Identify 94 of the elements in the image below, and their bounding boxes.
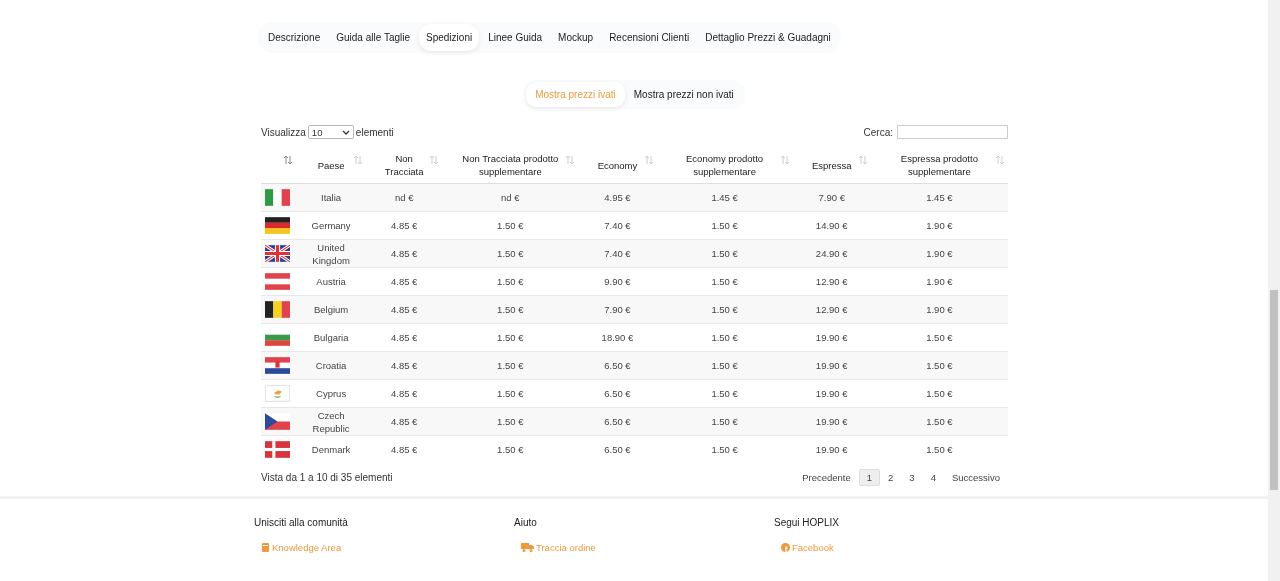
table-cell: 4.85 € [366,435,443,463]
table-cell: 1.50 € [870,407,1008,436]
entries-label: elementi [355,126,394,138]
flag-icon [265,357,290,374]
tab[interactable]: Linee Guida [481,24,550,51]
column-header[interactable]: Espressa [792,147,871,184]
flag-icon [265,217,290,234]
sort-icon [996,155,1004,165]
table-cell: 24.90 € [792,239,871,268]
tab[interactable]: Dettaglio Prezzi & Guadagni [698,24,838,51]
sort-icon [354,155,363,165]
footer-heading: Aiuto [514,517,538,528]
table-cell: 6.50 € [578,407,657,436]
table-cell: 1.45 € [656,183,793,212]
table-cell: 1.50 € [442,239,579,268]
table-cell: 4.85 € [366,407,443,436]
table-cell: 1.90 € [870,295,1008,324]
book-icon [261,543,270,552]
table-cell: 19.90 € [792,407,871,436]
column-header[interactable]: Paese [296,147,367,184]
flag-icon [265,273,290,290]
footer-heading: Unisciti alla comunità [254,517,349,528]
sort-icon [284,155,293,165]
sort-icon [780,155,789,165]
table-cell: 19.90 € [792,435,871,463]
table-cell: 7.90 € [578,295,657,324]
table-cell: 1.50 € [656,407,793,436]
table-cell: Denmark [296,435,367,463]
table-cell: 1.50 € [870,351,1008,380]
table-cell: 1.50 € [656,435,793,463]
table-cell: 6.50 € [578,435,657,463]
column-header[interactable]: Non Tracciata [366,147,443,184]
table-cell: 1.50 € [656,351,793,380]
table-cell: Croatia [296,351,367,380]
table-cell: 4.85 € [366,351,443,380]
table-cell: 19.90 € [792,351,871,380]
tab[interactable]: Descrizione [261,24,328,51]
search-label: Cerca: [863,126,893,138]
table-cell: 1.50 € [870,435,1008,463]
table-cell: 7.40 € [578,239,657,268]
page-link[interactable]: Successivo [943,469,1008,486]
sort-icon [566,155,575,165]
chevron-down-icon [341,129,350,135]
column-header[interactable]: Economy [578,147,657,184]
page-link[interactable]: 3 [901,469,923,486]
toggle-option[interactable]: Mostra prezzi non ivati [624,82,743,107]
search-field[interactable] [897,125,1008,139]
scrollbar[interactable] [1268,0,1280,581]
table-cell: 7.90 € [792,183,871,212]
table-cell: 1.90 € [870,239,1008,268]
table-cell: Italia [296,183,367,212]
table-cell: 1.50 € [442,351,579,380]
sort-icon [858,155,867,165]
table-cell: nd € [366,183,443,212]
sort-icon [644,155,653,165]
table-cell: 1.50 € [442,435,579,463]
flag-icon [265,245,290,262]
tab[interactable]: Recensioni Clienti [602,24,697,51]
show-label: Visualizza [261,126,306,138]
table-cell: 1.50 € [656,295,793,324]
facebook-icon [781,543,790,552]
table-cell: Belgium [296,295,367,324]
page-size-select[interactable]: 10 [307,125,354,139]
page-link[interactable]: 1 [858,469,881,486]
flag-icon [265,385,290,402]
truck-icon [521,543,534,552]
table-cell: 1.50 € [656,239,793,268]
table-cell: 12.90 € [792,295,871,324]
table-cell: United Kingdom [296,239,367,268]
column-header[interactable]: Espressa prodotto supplementare [870,147,1008,184]
table-cell: 6.50 € [578,351,657,380]
table-cell: Czech Republic [296,407,367,436]
page-link[interactable]: Precedente [794,469,859,486]
tab[interactable]: Mockup [551,24,601,51]
page-link[interactable]: 4 [922,469,944,486]
table-cell: nd € [442,183,579,212]
table-info: Vista da 1 a 10 di 35 elementi [261,472,393,483]
table-cell: 4.85 € [366,239,443,268]
table-cell: 4.95 € [578,183,657,212]
table-cell: 1.50 € [442,407,579,436]
flag-icon [265,189,290,206]
sort-icon [430,155,439,165]
footer-heading: Segui HOPLIX [774,517,841,528]
table-cell: 1.50 € [442,295,579,324]
flag-icon [265,413,290,430]
flag-icon [265,301,290,318]
tab[interactable]: Spedizioni [419,24,480,51]
column-header[interactable]: Economy prodotto supplementare [656,147,793,184]
column-header[interactable]: Non Tracciata prodotto supplementare [442,147,579,184]
tab[interactable]: Guida alle Taglie [329,24,417,51]
table-cell: 4.85 € [366,295,443,324]
table-cell: 1.45 € [870,183,1008,212]
flag-icon [265,441,290,458]
page-link[interactable]: 2 [880,469,902,486]
